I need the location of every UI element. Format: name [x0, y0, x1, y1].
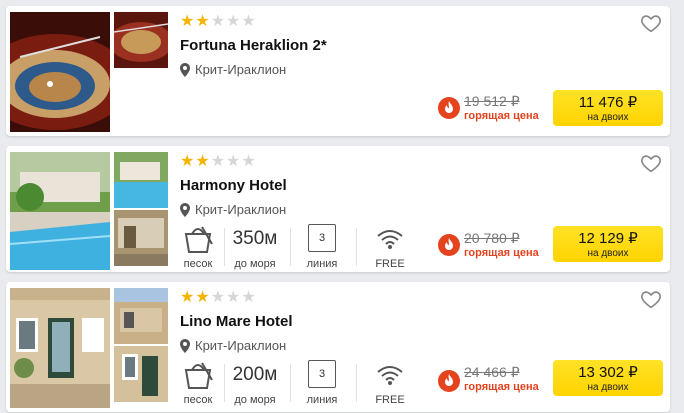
location-text: Крит-Ираклион [195, 62, 287, 77]
star-icon: ★ [226, 289, 242, 306]
favorite-heart-icon[interactable] [640, 152, 662, 174]
hotel-name[interactable]: Fortuna Heraklion 2* [180, 37, 327, 54]
divider [356, 364, 357, 402]
favorite-heart-icon[interactable] [640, 12, 662, 34]
hot-price-label: горящая цена [464, 110, 539, 122]
fire-icon [438, 370, 460, 392]
star-icon: ★ [226, 153, 242, 170]
hotel-photo-main[interactable] [10, 12, 110, 132]
hotel-photo-main[interactable] [10, 152, 110, 272]
amenity-line: 3 линия [300, 224, 344, 270]
divider [224, 364, 225, 402]
map-pin-icon [180, 62, 190, 77]
amenity-wifi: FREE [368, 224, 412, 270]
divider [224, 228, 225, 266]
wifi-icon [377, 366, 403, 385]
star-icon: ★ [210, 13, 227, 30]
price-note: на двоих [587, 112, 629, 123]
star-icon: ★ [210, 289, 227, 306]
fire-icon [438, 234, 460, 256]
price-value: 11 476 ₽ [578, 94, 638, 111]
star-icon: ★ [226, 13, 242, 30]
price-button[interactable]: 11 476 ₽ на двоих [553, 90, 663, 126]
old-price: 24 466 ₽ [464, 364, 520, 380]
hot-price-label: горящая цена [464, 381, 539, 393]
hot-price-label: горящая цена [464, 247, 539, 259]
hotel-photo-main[interactable] [10, 288, 110, 408]
price-value: 13 302 ₽ [578, 364, 638, 381]
star-icon: ★ [241, 13, 257, 30]
location-text: Крит-Ираклион [195, 338, 287, 353]
location-text: Крит-Ираклион [195, 202, 287, 217]
line-label: линия [306, 258, 338, 270]
hotel-photo-thumb[interactable] [114, 210, 168, 266]
amenity-beach: песок [178, 224, 218, 270]
wifi-icon [377, 230, 403, 249]
hotel-name[interactable]: Lino Mare Hotel [180, 313, 293, 330]
star-icon: ★ [180, 289, 196, 306]
map-pin-icon [180, 202, 190, 217]
star-rating: ★★★★★ [180, 290, 257, 306]
amenity-beach: песок [178, 360, 218, 406]
fire-icon [438, 97, 460, 119]
hotel-photo-thumb[interactable] [114, 346, 168, 402]
divider [356, 228, 357, 266]
beach-bucket-icon [184, 226, 213, 253]
distance-label: до моря [234, 258, 276, 270]
beach-label: песок [183, 394, 213, 406]
old-price: 20 780 ₽ [464, 230, 520, 246]
amenity-distance: 350м до моря [228, 224, 282, 270]
hotel-card[interactable]: ★★★★★ Harmony Hotel Крит-Ираклион песок … [6, 146, 670, 272]
line-number: 3 [308, 360, 336, 388]
hotel-location: Крит-Ираклион [180, 202, 286, 217]
star-icon: ★ [195, 153, 211, 170]
price-note: на двоих [587, 248, 629, 259]
star-icon: ★ [241, 289, 257, 306]
hotel-photo-thumb[interactable] [114, 152, 168, 208]
star-icon: ★ [195, 13, 211, 30]
star-icon: ★ [195, 289, 211, 306]
star-rating: ★★★★★ [180, 14, 257, 30]
star-icon: ★ [210, 153, 227, 170]
hotel-photo-thumb[interactable] [114, 12, 168, 68]
wifi-label: FREE [375, 394, 405, 406]
star-rating: ★★★★★ [180, 154, 257, 170]
hotel-location: Крит-Ираклион [180, 62, 286, 77]
hotel-card[interactable]: ★★★★★ Fortuna Heraklion 2* Крит-Ираклион… [6, 6, 670, 136]
beach-label: песок [183, 258, 213, 270]
divider [290, 228, 291, 266]
amenity-wifi: FREE [368, 360, 412, 406]
price-button[interactable]: 13 302 ₽ на двоих [553, 360, 663, 396]
star-icon: ★ [180, 13, 196, 30]
line-label: линия [306, 394, 338, 406]
divider [290, 364, 291, 402]
price-button[interactable]: 12 129 ₽ на двоих [553, 226, 663, 262]
price-value: 12 129 ₽ [578, 230, 638, 247]
wifi-label: FREE [375, 258, 405, 270]
distance-label: до моря [234, 394, 276, 406]
amenity-distance: 200м до моря [228, 360, 282, 406]
distance-value: 200м [232, 364, 278, 385]
star-icon: ★ [180, 153, 196, 170]
distance-value: 350м [232, 228, 278, 249]
old-price: 19 512 ₽ [464, 93, 520, 109]
map-pin-icon [180, 338, 190, 353]
line-number: 3 [308, 224, 336, 252]
amenity-line: 3 линия [300, 360, 344, 406]
star-icon: ★ [241, 153, 257, 170]
hotel-name[interactable]: Harmony Hotel [180, 177, 287, 194]
beach-bucket-icon [184, 362, 213, 389]
favorite-heart-icon[interactable] [640, 288, 662, 310]
hotel-location: Крит-Ираклион [180, 338, 286, 353]
price-note: на двоих [587, 382, 629, 393]
hotel-card[interactable]: ★★★★★ Lino Mare Hotel Крит-Ираклион песо… [6, 282, 670, 412]
hotel-photo-thumb[interactable] [114, 288, 168, 344]
